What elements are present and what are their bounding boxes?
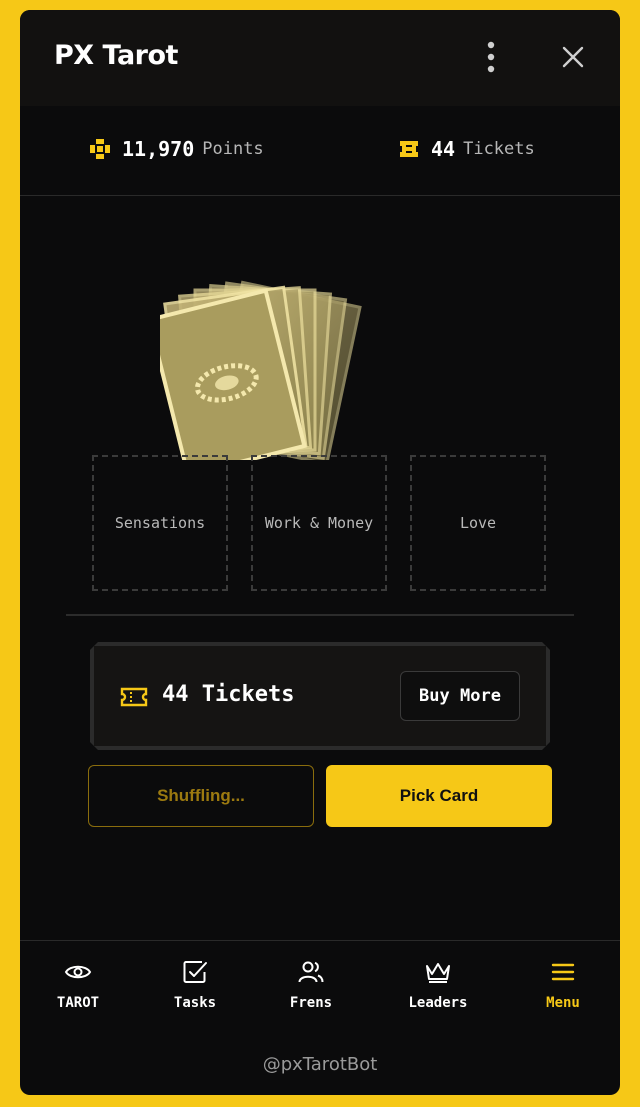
shuffle-button[interactable]: Shuffling... <box>88 765 314 827</box>
checkbox-icon <box>183 961 207 983</box>
crown-icon <box>426 963 450 983</box>
ticket-icon <box>120 686 148 708</box>
nav-item-tasks[interactable]: Tasks <box>140 957 250 1017</box>
eye-icon <box>64 965 92 979</box>
nav-label: Tasks <box>173 995 217 1011</box>
ticket-icon <box>400 141 418 157</box>
nav-label: Leaders <box>408 995 468 1011</box>
nav-label: TAROT <box>56 995 100 1011</box>
slot-love[interactable]: Love <box>410 455 546 591</box>
slot-work-money[interactable]: Work & Money <box>251 455 387 591</box>
pick-card-button[interactable]: Pick Card <box>326 765 552 827</box>
spread-slots: Sensations Work & Money Love <box>92 455 548 591</box>
points-value: 11,970 <box>122 137 195 161</box>
stats-bar: 11,970 Points 44 Tickets <box>20 106 620 196</box>
users-icon <box>298 961 324 983</box>
title-bar: PX Tarot <box>20 10 620 106</box>
buy-more-button[interactable]: Buy More <box>400 671 520 721</box>
nav-label: Menu <box>546 995 580 1011</box>
more-vertical-icon[interactable] <box>482 40 500 74</box>
nav-item-tarot[interactable]: TAROT <box>23 957 133 1017</box>
ticket-panel: 44 Tickets Buy More <box>90 642 550 750</box>
close-icon[interactable] <box>560 44 586 70</box>
nav-label: Frens <box>289 995 333 1011</box>
bot-handle: @pxTarotBot <box>262 1054 378 1075</box>
nav-item-menu[interactable]: Menu <box>508 957 618 1017</box>
card-deck-icon[interactable] <box>160 270 480 460</box>
hamburger-icon <box>551 963 575 981</box>
points-stat: 11,970 Points <box>88 134 264 164</box>
slot-label: Sensations <box>114 514 206 532</box>
points-unit: Points <box>202 139 264 159</box>
slot-label: Love <box>459 514 497 532</box>
section-divider <box>66 614 574 616</box>
tickets-stat: 44 Tickets <box>397 134 535 164</box>
nav-item-leaders[interactable]: Leaders <box>383 957 493 1017</box>
ticket-count: 44 Tickets <box>162 682 295 707</box>
tickets-value: 44 <box>431 137 456 161</box>
app-title: PX Tarot <box>54 40 178 71</box>
slot-label: Work & Money <box>264 514 374 532</box>
slot-sensations[interactable]: Sensations <box>92 455 228 591</box>
tickets-unit: Tickets <box>463 139 535 159</box>
bottom-nav: TAROT Tasks Frens Leaders Menu <box>20 940 620 1025</box>
app-window: PX Tarot 11,970 Points 44 Tickets Sensat… <box>20 10 620 1095</box>
points-icon <box>90 139 110 159</box>
nav-item-frens[interactable]: Frens <box>256 957 366 1017</box>
